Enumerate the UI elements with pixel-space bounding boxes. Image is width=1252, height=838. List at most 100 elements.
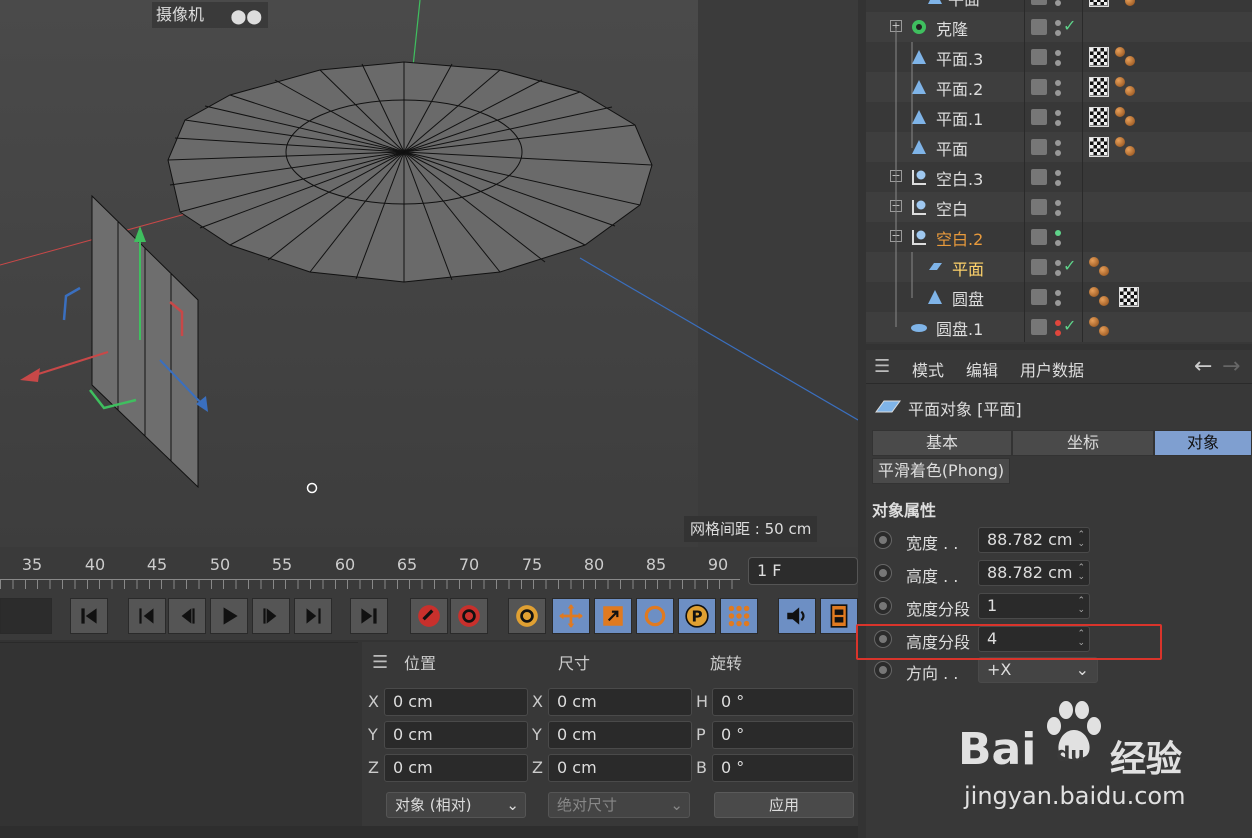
texture-tag-icon[interactable]: [1089, 77, 1109, 97]
edit-toggle-icon[interactable]: [1031, 0, 1047, 5]
texture-tag-icon[interactable]: [1119, 287, 1139, 307]
spinner-icon[interactable]: ⌃ ⌄: [1077, 564, 1085, 582]
prev-frame-button[interactable]: [168, 598, 206, 634]
editor-visibility-dot[interactable]: [1055, 170, 1061, 176]
point-level-button[interactable]: [720, 598, 758, 634]
pos-x-field[interactable]: 0 cm: [384, 688, 528, 716]
spinner-icon[interactable]: ⌃ ⌄: [1077, 597, 1085, 615]
camera-label[interactable]: 摄像机 ⬤⬤: [152, 2, 268, 28]
key-settings-button[interactable]: [508, 598, 546, 634]
enabled-check-icon[interactable]: ✓: [1063, 16, 1076, 35]
expand-icon[interactable]: +: [890, 170, 902, 182]
tab-phong[interactable]: 平滑着色(Phong): [872, 458, 1010, 484]
render-visibility-dot[interactable]: [1055, 0, 1061, 6]
animate-radio[interactable]: [874, 661, 892, 679]
material-tag-icon[interactable]: [1115, 137, 1137, 157]
editor-visibility-dot[interactable]: [1055, 290, 1061, 296]
material-tag-icon[interactable]: [1089, 287, 1111, 307]
render-visibility-dot[interactable]: [1055, 90, 1061, 96]
texture-tag-icon[interactable]: [1089, 0, 1109, 7]
timeline[interactable]: 35 40 45 50 55 60 65 70 75 80 85 90: [0, 547, 858, 592]
edit-toggle-icon[interactable]: [1031, 79, 1047, 95]
edit-toggle-icon[interactable]: [1031, 289, 1047, 305]
collapse-icon[interactable]: −: [890, 230, 902, 242]
tab-object[interactable]: 对象: [1154, 430, 1252, 456]
prev-key-button[interactable]: [128, 598, 166, 634]
tab-coord[interactable]: 坐标: [1012, 430, 1154, 456]
material-tag-icon[interactable]: [1089, 317, 1111, 337]
menu-edit[interactable]: 编辑: [966, 357, 998, 381]
editor-visibility-dot[interactable]: [1055, 200, 1061, 206]
object-row[interactable]: 平面.3: [866, 42, 1252, 72]
render-visibility-dot[interactable]: [1055, 300, 1061, 306]
edit-toggle-icon[interactable]: [1031, 229, 1047, 245]
edit-toggle-icon[interactable]: [1031, 19, 1047, 35]
scale-key-button[interactable]: [594, 598, 632, 634]
material-tag-icon[interactable]: [1089, 257, 1111, 277]
rotate-key-button[interactable]: [636, 598, 674, 634]
param-key-button[interactable]: P: [678, 598, 716, 634]
render-visibility-dot[interactable]: [1055, 330, 1061, 336]
enabled-check-icon[interactable]: ✓: [1063, 256, 1076, 275]
pos-z-field[interactable]: 0 cm: [384, 754, 528, 782]
render-visibility-dot[interactable]: [1055, 60, 1061, 66]
editor-visibility-dot[interactable]: [1055, 140, 1061, 146]
enabled-check-icon[interactable]: ✓: [1063, 316, 1076, 335]
edit-toggle-icon[interactable]: [1031, 49, 1047, 65]
edit-toggle-icon[interactable]: [1031, 109, 1047, 125]
object-row[interactable]: 圆盘.1 ✓: [866, 312, 1252, 342]
render-visibility-dot[interactable]: [1055, 180, 1061, 186]
height-field[interactable]: 88.782 cm ⌃ ⌄: [978, 560, 1090, 586]
object-row[interactable]: 平面.1: [866, 102, 1252, 132]
menu-mode[interactable]: 模式: [912, 357, 944, 381]
render-visibility-dot[interactable]: [1055, 30, 1061, 36]
render-preview-button[interactable]: [820, 598, 858, 634]
object-row[interactable]: + 空白.3: [866, 162, 1252, 192]
material-tag-icon[interactable]: [1115, 0, 1137, 7]
expand-icon[interactable]: +: [890, 20, 902, 32]
editor-visibility-dot[interactable]: [1055, 50, 1061, 56]
next-key-button[interactable]: [294, 598, 332, 634]
material-tag-icon[interactable]: [1115, 107, 1137, 127]
forward-arrow-icon[interactable]: →: [1222, 354, 1240, 379]
width-field[interactable]: 88.782 cm ⌃ ⌄: [978, 527, 1090, 553]
render-visibility-dot[interactable]: [1055, 240, 1061, 246]
move-key-button[interactable]: [552, 598, 590, 634]
coord-mode-dropdown[interactable]: 对象 (相对) ⌄: [386, 792, 526, 818]
hamburger-icon[interactable]: ☰: [874, 356, 890, 377]
rot-b-field[interactable]: 0 °: [712, 754, 854, 782]
object-row[interactable]: − 空白.2: [866, 222, 1252, 252]
edit-toggle-icon[interactable]: [1031, 199, 1047, 215]
play-button[interactable]: [210, 598, 248, 634]
timeline-ruler[interactable]: [0, 579, 740, 589]
texture-tag-icon[interactable]: [1089, 107, 1109, 127]
apply-button[interactable]: 应用: [714, 792, 854, 818]
object-row[interactable]: + 克隆 ✓: [866, 12, 1252, 42]
expand-icon[interactable]: +: [890, 200, 902, 212]
render-visibility-dot[interactable]: [1055, 120, 1061, 126]
spinner-icon[interactable]: ⌃ ⌄: [1077, 531, 1085, 549]
object-row[interactable]: 圆盘: [866, 282, 1252, 312]
edit-toggle-icon[interactable]: [1031, 259, 1047, 275]
orientation-dropdown[interactable]: +X ⌄: [978, 657, 1098, 683]
current-frame-field[interactable]: 1 F: [748, 557, 858, 585]
hamburger-icon[interactable]: ☰: [372, 652, 388, 673]
auto-key-button[interactable]: [450, 598, 488, 634]
object-row[interactable]: 平面 ✓: [866, 252, 1252, 282]
material-tag-icon[interactable]: [1115, 47, 1137, 67]
edit-toggle-icon[interactable]: [1031, 139, 1047, 155]
animate-radio[interactable]: [874, 531, 892, 549]
texture-tag-icon[interactable]: [1089, 47, 1109, 67]
render-visibility-dot[interactable]: [1055, 270, 1061, 276]
frame-stepper[interactable]: [0, 598, 52, 634]
render-visibility-dot[interactable]: [1055, 150, 1061, 156]
texture-tag-icon[interactable]: [1089, 137, 1109, 157]
render-visibility-dot[interactable]: [1055, 210, 1061, 216]
size-mode-dropdown[interactable]: 绝对尺寸 ⌄: [548, 792, 690, 818]
editor-visibility-dot[interactable]: [1055, 110, 1061, 116]
object-row[interactable]: 平面.2: [866, 72, 1252, 102]
animate-radio[interactable]: [874, 597, 892, 615]
material-tag-icon[interactable]: [1115, 77, 1137, 97]
goto-start-button[interactable]: [70, 598, 108, 634]
goto-end-button[interactable]: [350, 598, 388, 634]
